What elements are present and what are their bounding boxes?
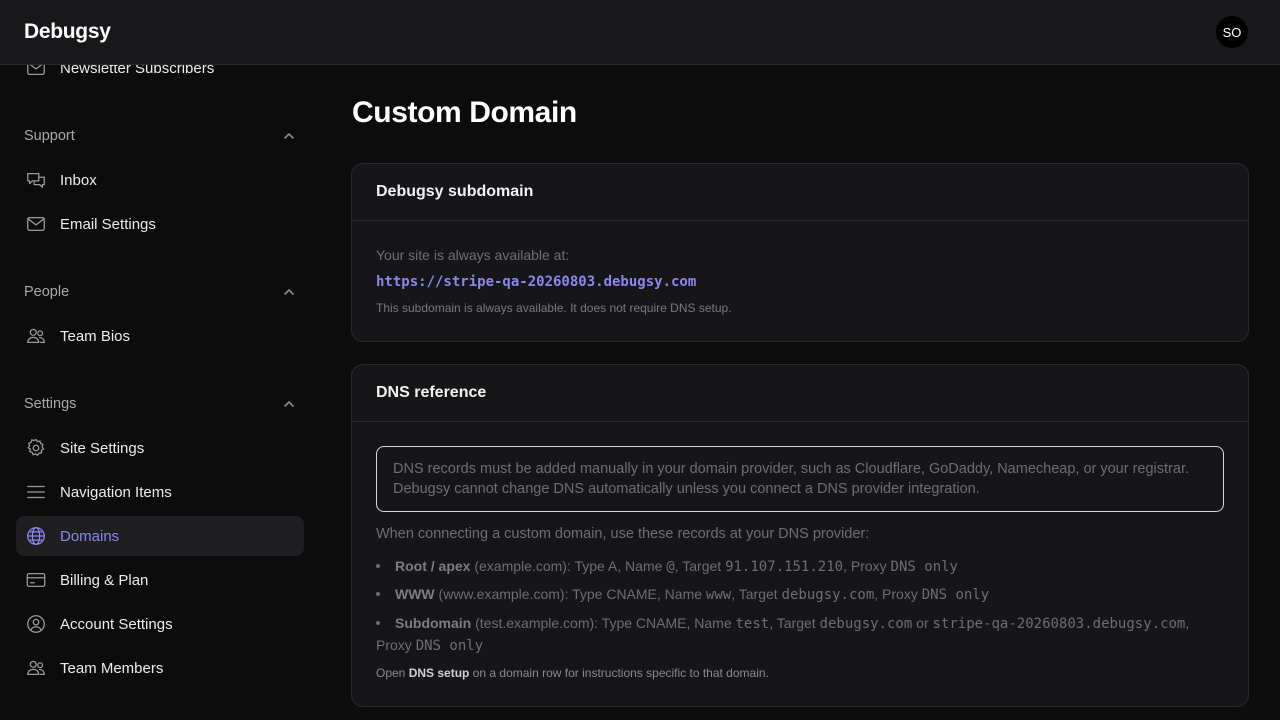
user-circle-icon (24, 612, 48, 636)
bullet (376, 621, 380, 625)
mail-icon (24, 65, 48, 80)
sidebar-item-label: Newsletter Subscribers (60, 65, 215, 77)
section-header-settings[interactable]: Settings (24, 394, 296, 414)
chat-icon (24, 168, 48, 192)
sidebar-item-label: Navigation Items (60, 483, 172, 501)
menu-icon (24, 480, 48, 504)
record-name: Subdomain (395, 615, 472, 631)
sidebar-item-billing-plan[interactable]: Billing & Plan (16, 560, 304, 600)
credit-card-icon (24, 568, 48, 592)
sidebar-item-label: Site Settings (60, 439, 145, 457)
sidebar-item-domains[interactable]: Domains (16, 516, 304, 556)
record-target-label: , Target (674, 558, 726, 574)
sidebar-item-email-settings[interactable]: Email Settings (16, 204, 304, 244)
record-name-value: test (735, 616, 770, 632)
section-title: Settings (24, 396, 77, 412)
record-details: (example.com): Type A, Name (470, 558, 667, 574)
subdomain-label: Your site is always available at: (376, 247, 570, 263)
sidebar-item-team-members[interactable]: Team Members (16, 648, 304, 688)
globe-icon (24, 524, 48, 548)
sidebar-item-inbox[interactable]: Inbox (16, 160, 304, 200)
record-proxy-label: , Proxy (874, 586, 922, 602)
dns-record-subdomain: Subdomain (test.example.com): Type CNAME… (376, 615, 1190, 654)
record-name-value: @ (666, 559, 675, 575)
record-name: WWW (395, 586, 435, 602)
sidebar: Newsletter Subscribers Support Inbox Ema… (0, 65, 320, 720)
user-avatar[interactable]: SO (1216, 16, 1248, 48)
record-target: debugsy.com (781, 587, 875, 603)
sidebar-item-navigation-items[interactable]: Navigation Items (16, 472, 304, 512)
sidebar-item-team-bios[interactable]: Team Bios (16, 316, 304, 356)
section-header-people[interactable]: People (24, 282, 296, 302)
chevron-up-icon (284, 289, 294, 295)
top-bar: Debugsy SO (0, 0, 1280, 65)
dns-intro: When connecting a custom domain, use the… (376, 526, 870, 542)
sidebar-item-site-settings[interactable]: Site Settings (16, 428, 304, 468)
record-proxy: DNS only (415, 638, 484, 654)
sidebar-item-newsletter-subscribers[interactable]: Newsletter Subscribers (16, 65, 304, 88)
record-name: Root / apex (395, 558, 471, 574)
footer-suffix: on a domain row for instructions specifi… (469, 666, 769, 680)
gear-icon (24, 436, 48, 460)
record-target: debugsy.com (819, 616, 913, 632)
card-title: Debugsy subdomain (352, 164, 1248, 221)
dns-reference-card: DNS reference DNS records must be added … (351, 364, 1249, 707)
people-icon (24, 656, 48, 680)
page-title: Custom Domain (352, 96, 577, 129)
chevron-up-icon (284, 401, 294, 407)
brand-logo[interactable]: Debugsy (24, 20, 111, 44)
sidebar-item-account-settings[interactable]: Account Settings (16, 604, 304, 644)
chevron-up-icon (284, 133, 294, 139)
record-proxy-label: , Proxy (843, 558, 891, 574)
section-title: Support (24, 128, 75, 144)
sidebar-item-label: Billing & Plan (60, 571, 149, 589)
record-name-value: www (705, 587, 732, 603)
people-icon (24, 324, 48, 348)
record-target-label: , Target (731, 586, 782, 602)
subdomain-note: This subdomain is always available. It d… (376, 301, 732, 315)
sidebar-item-label: Inbox (60, 171, 97, 189)
sidebar-item-label: Team Members (60, 659, 164, 677)
record-target-label: , Target (769, 615, 820, 631)
subdomain-card: Debugsy subdomain Your site is always av… (351, 163, 1249, 342)
sidebar-item-label: Domains (60, 527, 120, 545)
sidebar-item-label: Team Bios (60, 327, 131, 345)
record-target-alt: stripe-qa-20260803.debugsy.com (932, 616, 1186, 632)
dns-notice: DNS records must be added manually in yo… (376, 446, 1224, 512)
subdomain-url-link[interactable]: https://stripe-qa-20260803.debugsy.com (376, 274, 696, 290)
record-proxy-label: Proxy (376, 637, 416, 653)
record-proxy: DNS only (921, 587, 990, 603)
bullet (376, 592, 380, 596)
sidebar-item-label: Account Settings (60, 615, 173, 633)
dns-record-www: WWW (www.example.com): Type CNAME, Name … (376, 584, 1216, 606)
record-details: (test.example.com): Type CNAME, Name (471, 615, 736, 631)
sidebar-item-label: Email Settings (60, 215, 156, 233)
record-target: 91.107.151.210 (725, 559, 844, 575)
dns-record-root: Root / apex (example.com): Type A, Name … (376, 556, 1216, 578)
record-proxy: DNS only (890, 559, 958, 575)
section-title: People (24, 284, 70, 300)
section-header-support[interactable]: Support (24, 126, 296, 146)
footer-prefix: Open (376, 666, 409, 680)
record-or-label: or (912, 615, 933, 631)
card-title: DNS reference (352, 365, 1248, 422)
record-details: (www.example.com): Type CNAME, Name (434, 586, 706, 602)
dns-footer-note: Open DNS setup on a domain row for instr… (376, 666, 769, 680)
footer-bold: DNS setup (408, 666, 470, 680)
mail-icon (24, 212, 48, 236)
bullet (376, 564, 380, 568)
